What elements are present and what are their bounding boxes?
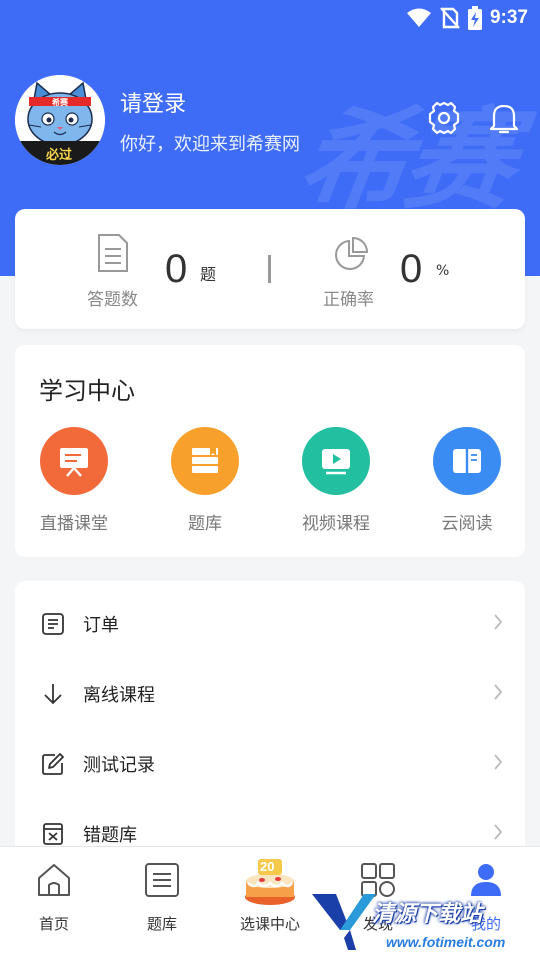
brand-watermark: 希赛 <box>291 96 518 224</box>
status-bar: 9:37 <box>0 0 540 36</box>
learn-item-question-bank[interactable]: 题库 <box>150 427 260 534</box>
menu-item-label: 订单 <box>83 615 119 636</box>
cake-badge-text: 20 <box>260 859 275 874</box>
answered-unit: 题 <box>200 265 217 284</box>
bell-icon <box>489 101 519 139</box>
site-logo-icon <box>312 894 376 950</box>
chevron-right-icon <box>493 613 503 635</box>
wifi-icon <box>406 8 432 28</box>
menu-item-label: 测试记录 <box>83 755 155 776</box>
menu-item-orders[interactable]: 订单 <box>15 589 525 659</box>
document-icon <box>97 233 129 277</box>
answered-label: 答题数 <box>87 290 138 310</box>
nav-question-bank[interactable]: 题库 <box>108 847 216 960</box>
status-time: 9:37 <box>489 7 528 28</box>
nav-home[interactable]: 首页 <box>0 847 108 960</box>
site-watermark-cn: 清源下载站 <box>372 902 483 927</box>
video-play-icon <box>302 427 370 495</box>
question-bank-icon <box>143 861 181 903</box>
stats-card: 答题数 0 题 正确率 0 % <box>15 209 525 329</box>
nav-label: 题库 <box>146 915 177 933</box>
books-icon <box>171 427 239 495</box>
learn-item-video-course[interactable]: 视频课程 <box>281 427 391 534</box>
nav-course-center[interactable]: 20 选课中心 <box>216 847 324 960</box>
stats-divider <box>268 255 271 283</box>
no-sim-icon <box>440 7 460 29</box>
login-prompt[interactable]: 请登录 <box>120 86 186 118</box>
welcome-text: 你好，欢迎来到希赛网 <box>120 134 300 155</box>
download-arrow-icon <box>41 682 65 706</box>
menu-item-label: 离线课程 <box>83 685 155 706</box>
menu-item-offline-courses[interactable]: 离线课程 <box>15 659 525 729</box>
learn-item-label: 题库 <box>188 514 222 534</box>
learn-item-cloud-reading[interactable]: 云阅读 <box>412 427 522 534</box>
wrong-questions-icon <box>41 822 65 846</box>
chevron-right-icon <box>493 753 503 775</box>
settings-icon <box>427 101 461 139</box>
chevron-right-icon <box>493 823 503 845</box>
menu-list: 订单 离线课程 测试记录 错题库 <box>15 581 525 881</box>
chevron-right-icon <box>493 683 503 705</box>
learn-item-label: 云阅读 <box>441 514 493 534</box>
open-book-icon <box>433 427 501 495</box>
nav-label: 选课中心 <box>239 915 300 933</box>
learn-item-live-class[interactable]: 直播课堂 <box>19 427 129 534</box>
site-watermark: 清源下载站 www.fotimeit.com <box>310 890 520 960</box>
accuracy-label: 正确率 <box>323 290 374 310</box>
learning-center-title: 学习中心 <box>39 377 135 405</box>
nav-label: 首页 <box>38 915 69 933</box>
pie-chart-icon <box>333 236 369 276</box>
accuracy-value: 0 <box>400 247 423 291</box>
avatar-badge-text: 必过 <box>46 148 73 163</box>
order-icon <box>41 612 65 636</box>
learn-item-label: 视频课程 <box>302 514 370 534</box>
notifications-button[interactable] <box>484 100 524 140</box>
edit-icon <box>41 752 65 776</box>
battery-charging-icon <box>467 6 482 30</box>
accuracy-unit: % <box>436 263 450 279</box>
presentation-icon <box>40 427 108 495</box>
menu-item-test-records[interactable]: 测试记录 <box>15 729 525 799</box>
answered-value: 0 <box>165 247 188 291</box>
menu-item-label: 错题库 <box>83 825 137 846</box>
avatar[interactable]: 希赛 必过 <box>15 75 105 165</box>
home-icon <box>35 861 73 903</box>
settings-button[interactable] <box>424 100 464 140</box>
learning-center-card: 学习中心 直播课堂 题库 视频课程 云阅读 <box>15 345 525 557</box>
site-watermark-en: www.fotimeit.com <box>386 934 506 950</box>
avatar-headband-text: 希赛 <box>52 98 68 107</box>
learn-item-label: 直播课堂 <box>40 514 108 534</box>
